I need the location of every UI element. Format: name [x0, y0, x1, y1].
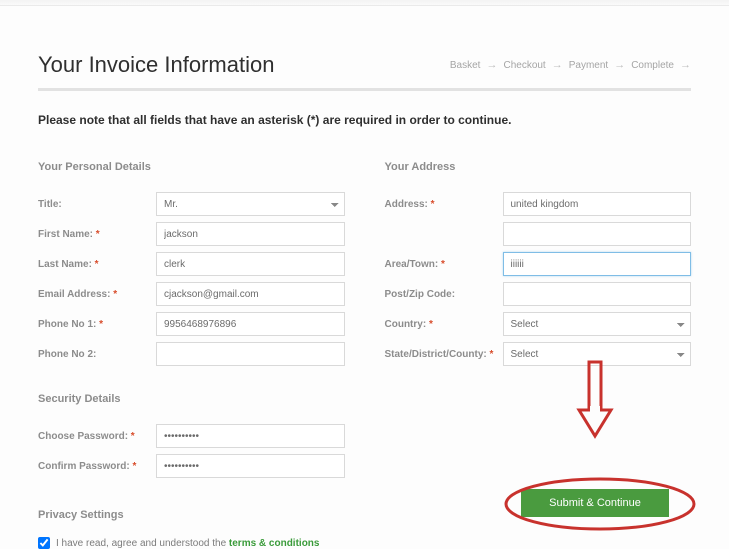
last-name-label: Last Name: * — [38, 259, 156, 270]
state-label: State/District/County: * — [385, 349, 503, 360]
confirm-password-label: Confirm Password: * — [38, 461, 156, 472]
arrow-icon: → — [680, 59, 691, 71]
divider — [38, 88, 691, 91]
phone1-input[interactable] — [156, 312, 345, 336]
address-label: Address: * — [385, 199, 503, 210]
header-row: Your Invoice Information Basket → Checko… — [38, 52, 691, 78]
confirm-password-input[interactable] — [156, 454, 345, 478]
email-input[interactable] — [156, 282, 345, 306]
privacy-section-head: Privacy Settings — [38, 509, 345, 521]
breadcrumb: Basket → Checkout → Payment → Complete → — [450, 59, 691, 71]
address-section-head: Your Address — [385, 161, 692, 173]
first-name-label: First Name: * — [38, 229, 156, 240]
top-band — [0, 0, 729, 6]
first-name-input[interactable] — [156, 222, 345, 246]
postcode-label: Post/Zip Code: — [385, 289, 503, 300]
phone2-input[interactable] — [156, 342, 345, 366]
choose-password-input[interactable] — [156, 424, 345, 448]
last-name-input[interactable] — [156, 252, 345, 276]
required-note: Please note that all fields that have an… — [38, 113, 691, 127]
address2-input[interactable] — [503, 222, 692, 246]
phone2-label: Phone No 2: — [38, 349, 156, 360]
page-title: Your Invoice Information — [38, 52, 274, 78]
phone1-label: Phone No 1: * — [38, 319, 156, 330]
country-label: Country: * — [385, 319, 503, 330]
email-label: Email Address: * — [38, 289, 156, 300]
choose-password-label: Choose Password: * — [38, 431, 156, 442]
arrow-icon: → — [552, 59, 563, 71]
title-label: Title: — [38, 199, 156, 210]
personal-section-head: Your Personal Details — [38, 161, 345, 173]
title-select[interactable]: Mr. — [156, 192, 345, 216]
arrow-icon: → — [486, 59, 497, 71]
security-section-head: Security Details — [38, 393, 345, 405]
terms-link[interactable]: terms & conditions — [229, 538, 320, 549]
postcode-input[interactable] — [503, 282, 692, 306]
privacy-text: I have read, agree and understood the te… — [56, 538, 319, 549]
personal-details-column: Your Personal Details Title: Mr. First N… — [38, 161, 345, 549]
crumb-complete[interactable]: Complete — [631, 60, 674, 71]
crumb-basket[interactable]: Basket — [450, 60, 481, 71]
arrow-icon: → — [614, 59, 625, 71]
area-input[interactable] — [503, 252, 692, 276]
crumb-checkout[interactable]: Checkout — [503, 60, 545, 71]
submit-button[interactable]: Submit & Continue — [521, 489, 669, 517]
state-select[interactable]: Select — [503, 342, 692, 366]
crumb-payment[interactable]: Payment — [569, 60, 608, 71]
country-select[interactable]: Select — [503, 312, 692, 336]
address-input[interactable] — [503, 192, 692, 216]
area-label: Area/Town: * — [385, 259, 503, 270]
